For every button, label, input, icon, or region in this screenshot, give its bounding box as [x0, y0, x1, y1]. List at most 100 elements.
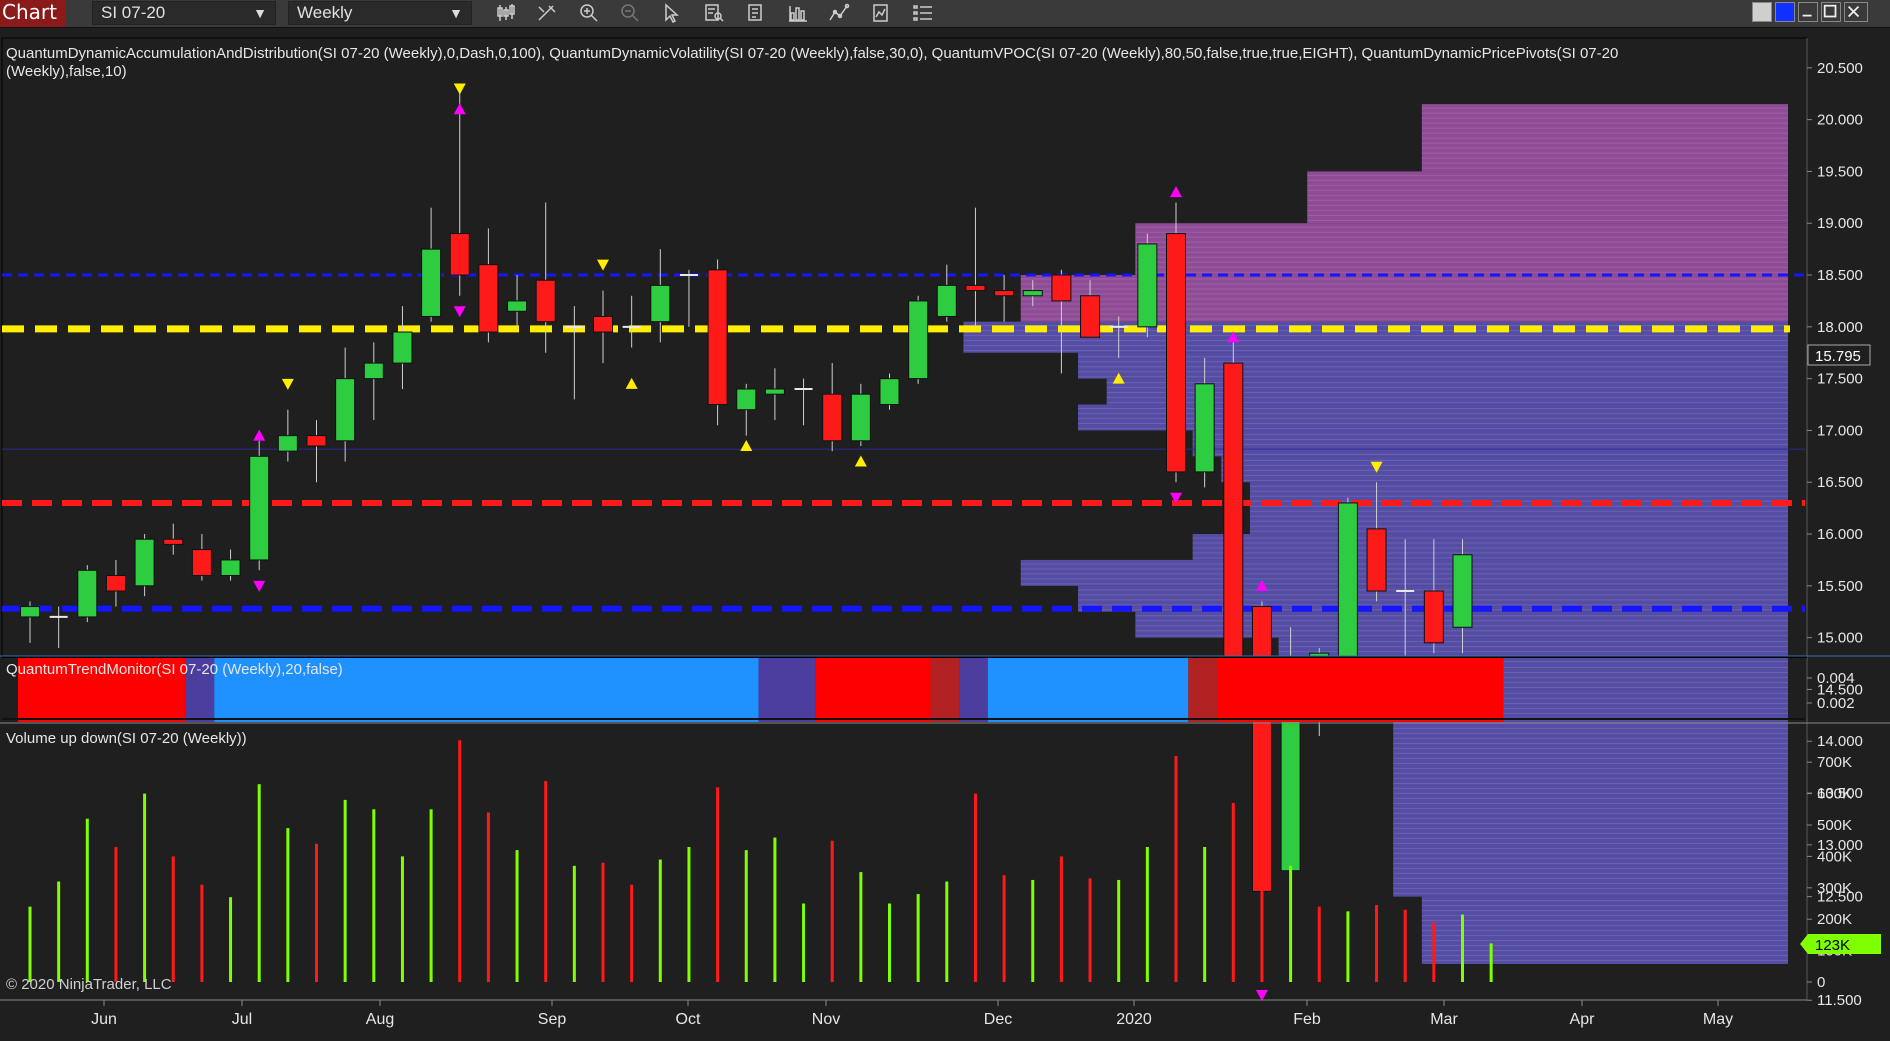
candle-body — [650, 284, 671, 323]
candle-body — [335, 378, 356, 442]
volume-bar — [1432, 922, 1436, 982]
candle-body — [1166, 233, 1186, 473]
volume-bar — [1031, 879, 1035, 982]
candle-body — [822, 393, 843, 442]
volume-bar — [1317, 906, 1321, 982]
volume-tick-label: 700K — [1817, 754, 1852, 771]
zoom-in-icon[interactable] — [578, 3, 600, 23]
volume-bar — [343, 799, 347, 982]
candle-body — [1051, 274, 1072, 302]
volume-bar — [687, 846, 691, 982]
volume-bar — [429, 809, 433, 982]
candle-body — [20, 606, 40, 618]
volume-bar — [315, 843, 318, 982]
last-price: 15.795 — [1815, 348, 1861, 365]
volume-bar — [1260, 812, 1264, 982]
candle — [1137, 233, 1158, 338]
candle-body — [134, 538, 155, 587]
maximize-icon[interactable] — [1821, 2, 1841, 22]
candle-body — [449, 233, 470, 276]
candle-body — [707, 269, 728, 406]
candle-body — [1080, 295, 1101, 338]
interval-value: Weekly — [297, 3, 353, 22]
minimize-icon[interactable] — [1798, 2, 1818, 22]
price-tick-label: 15.500 — [1817, 578, 1863, 595]
time-tick-label: Sep — [538, 1011, 567, 1028]
chart-tab[interactable]: Chart — [0, 0, 66, 27]
zoom-out-icon[interactable] — [619, 3, 641, 23]
volume-bar — [1461, 914, 1464, 982]
indicators-label-line2: (Weekly),false,10) — [6, 63, 127, 80]
trend-segment — [758, 658, 816, 722]
vpoc-band — [1020, 275, 1788, 322]
volume-bar — [1145, 846, 1149, 982]
draw-icon[interactable] — [536, 3, 558, 23]
time-tick-label: Mar — [1430, 1011, 1458, 1028]
select-icon[interactable] — [661, 3, 683, 23]
candle-body — [1452, 554, 1473, 628]
candle-body — [478, 264, 499, 333]
indicators-label: QuantumDynamicAccumulationAndDistributio… — [6, 45, 1618, 62]
time-tick-label: 2020 — [1116, 1011, 1152, 1028]
last-volume: 123K — [1815, 937, 1850, 954]
price-tick-label: 18.000 — [1817, 319, 1863, 336]
price-tick-label: 17.500 — [1817, 371, 1863, 388]
volume-bar — [945, 881, 949, 982]
data-box-icon[interactable] — [703, 3, 725, 23]
volume-bar — [1346, 911, 1350, 982]
candle-body — [77, 569, 98, 618]
window-color-icon[interactable] — [1775, 2, 1795, 22]
price-tick-label: 16.500 — [1817, 474, 1863, 491]
candle-body — [1022, 290, 1043, 297]
time-tick-label: Aug — [366, 1011, 394, 1028]
volume-bar — [171, 856, 175, 982]
candle-body — [105, 574, 126, 592]
more-icon[interactable] — [912, 3, 934, 23]
candle — [908, 295, 929, 384]
indicators-icon[interactable] — [828, 3, 850, 23]
trend-segment — [815, 658, 931, 722]
strategies-icon[interactable] — [787, 3, 809, 23]
candle — [77, 565, 98, 623]
volume-bar — [744, 850, 748, 982]
price-tick-label: 18.500 — [1817, 267, 1863, 284]
volume-bar — [716, 787, 720, 982]
interval-selector[interactable]: Weekly ▼ — [288, 1, 472, 25]
time-tick-label: Jun — [91, 1011, 117, 1028]
volume-bar — [1403, 909, 1407, 982]
time-tick-label: Dec — [984, 1011, 1012, 1028]
volume-bar — [229, 897, 233, 982]
volume-bar — [830, 840, 834, 982]
candle-body — [163, 538, 184, 545]
volume-bar — [601, 862, 605, 982]
volume-tick-label: 500K — [1817, 817, 1852, 834]
properties-icon[interactable] — [745, 3, 767, 23]
volume-bar — [486, 812, 490, 982]
volume-bar — [1088, 878, 1092, 982]
instrument-selector[interactable]: SI 07-20 ▼ — [92, 1, 276, 25]
volume-bar — [773, 837, 777, 982]
trend-segment — [1216, 658, 1504, 722]
candle-body — [392, 331, 413, 364]
price-tick-label: 11.500 — [1817, 992, 1862, 1009]
volume-tick-label: 200K — [1817, 911, 1852, 928]
window-tile-icon[interactable] — [1752, 2, 1772, 22]
volume-bar — [257, 784, 261, 982]
volume-bar — [630, 884, 634, 982]
volume-bar — [572, 865, 576, 982]
bar-type-icon[interactable] — [495, 3, 517, 23]
volume-bar — [57, 881, 61, 982]
price-tick-label: 14.000 — [1817, 733, 1863, 750]
last-volume-tag: 123K — [1800, 934, 1881, 954]
close-icon[interactable] — [1844, 2, 1868, 22]
templates-icon[interactable] — [870, 3, 892, 23]
volume-tick-label: 300K — [1817, 880, 1852, 897]
candle-body — [879, 378, 900, 406]
candle-body — [908, 300, 929, 380]
toolbar: Chart SI 07-20 ▼ Weekly ▼ — [0, 0, 1890, 28]
price-tick-label: 19.500 — [1817, 163, 1863, 180]
candle-body — [277, 435, 298, 452]
trend-segment — [930, 658, 960, 722]
chart-area[interactable]: 20.500 20.000 19.500 19.000 18.500 18.000 17.5… — [0, 28, 1890, 1041]
trend-label: QuantumTrendMonitor(SI 07-20 (Weekly),20… — [6, 661, 343, 678]
